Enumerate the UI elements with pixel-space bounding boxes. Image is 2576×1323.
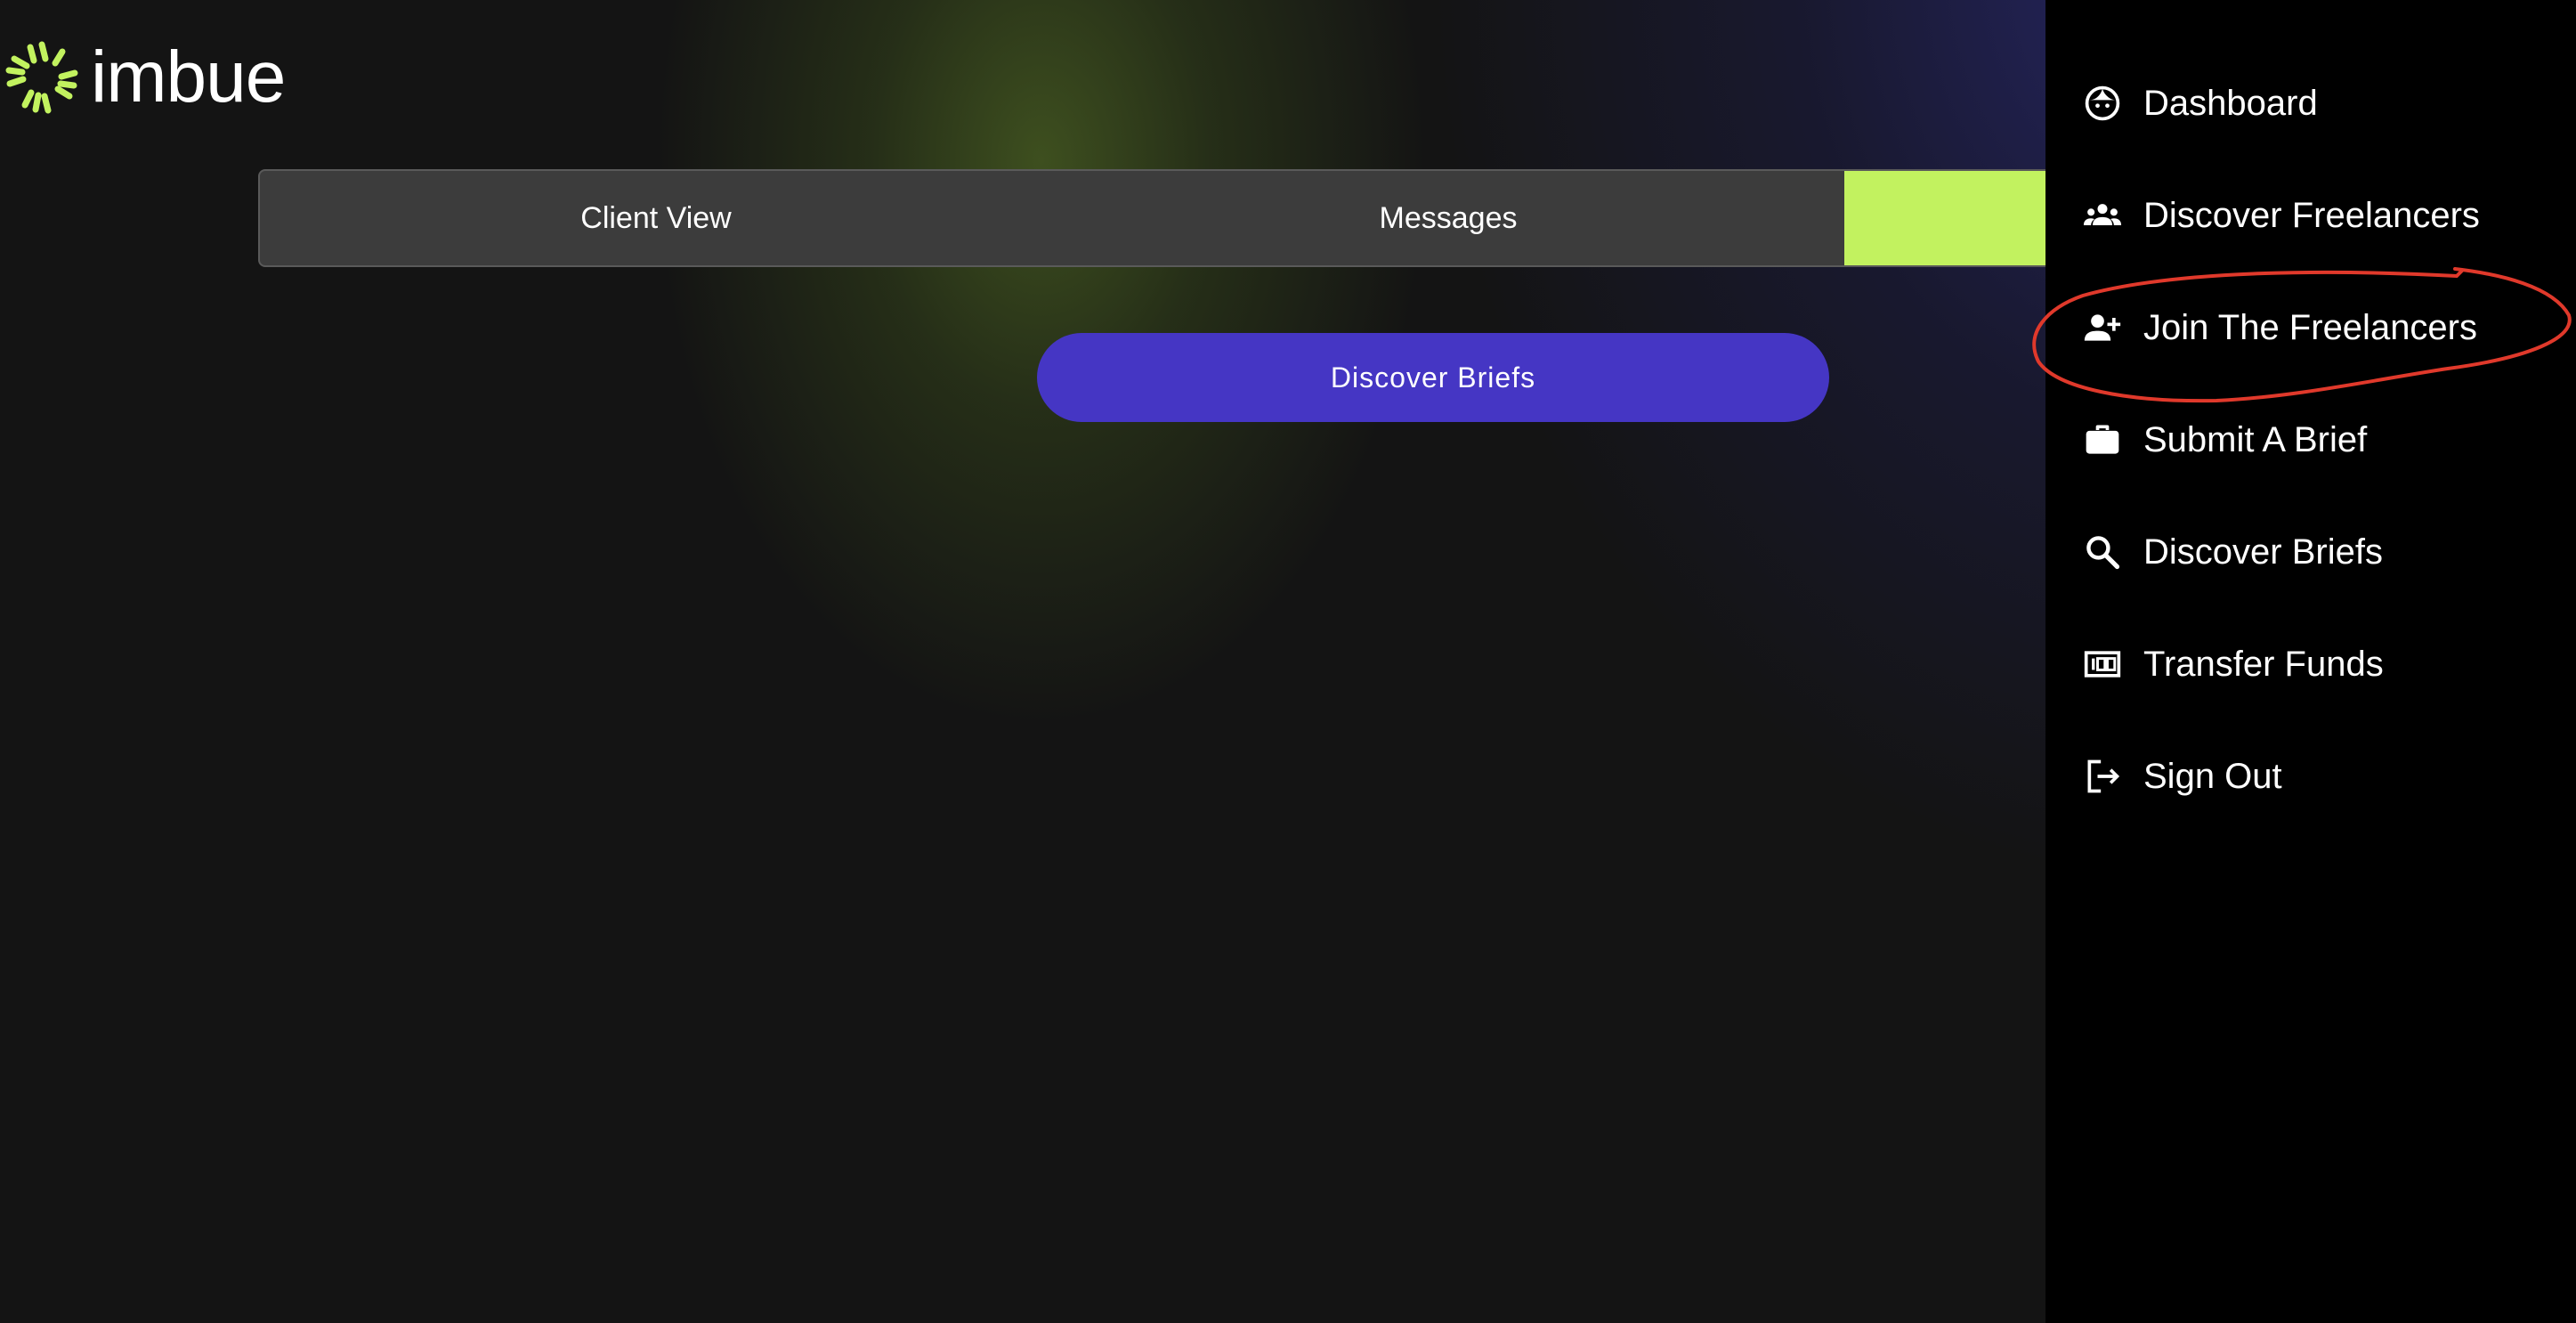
menu-label-discover-freelancers: Discover Freelancers	[2143, 195, 2480, 235]
menu-item-discover-briefs[interactable]: Discover Briefs	[2083, 525, 2564, 579]
logout-icon	[2083, 757, 2122, 796]
tab-active-highlight[interactable]	[1844, 171, 2063, 265]
tab-client-view[interactable]: Client View	[260, 171, 1052, 265]
discover-briefs-button[interactable]: Discover Briefs	[1037, 333, 1829, 422]
app-page: imbue Client View Messages Discover Brie…	[0, 0, 2576, 1323]
logo[interactable]: imbue	[4, 37, 286, 118]
money-icon	[2083, 645, 2122, 684]
search-icon	[2083, 532, 2122, 572]
menu-label-sign-out: Sign Out	[2143, 756, 2282, 796]
menu-label-discover-briefs: Discover Briefs	[2143, 532, 2383, 572]
menu-item-join-the-freelancers[interactable]: Join The Freelancers	[2083, 301, 2564, 354]
briefcase-icon	[2083, 420, 2122, 459]
sunburst-logo-icon	[5, 41, 78, 114]
menu-item-discover-freelancers[interactable]: Discover Freelancers	[2083, 189, 2564, 242]
tab-messages[interactable]: Messages	[1052, 171, 1844, 265]
face-icon	[2083, 84, 2122, 123]
view-tab-bar: Client View Messages	[258, 169, 2065, 267]
brand-name: imbue	[91, 37, 286, 118]
menu-item-dashboard[interactable]: Dashboard	[2083, 77, 2564, 130]
person-add-icon	[2083, 308, 2122, 347]
menu-label-dashboard: Dashboard	[2143, 83, 2318, 123]
menu-label-join-the-freelancers: Join The Freelancers	[2143, 307, 2477, 347]
menu-item-sign-out[interactable]: Sign Out	[2083, 750, 2564, 803]
menu-label-submit-a-brief: Submit A Brief	[2143, 419, 2368, 459]
people-icon	[2083, 196, 2122, 235]
menu-label-transfer-funds: Transfer Funds	[2143, 644, 2384, 684]
side-drawer-menu: Dashboard Discover Freelancers Join The …	[2045, 0, 2576, 1323]
menu-item-transfer-funds[interactable]: Transfer Funds	[2083, 637, 2564, 691]
menu-item-submit-a-brief[interactable]: Submit A Brief	[2083, 413, 2564, 467]
